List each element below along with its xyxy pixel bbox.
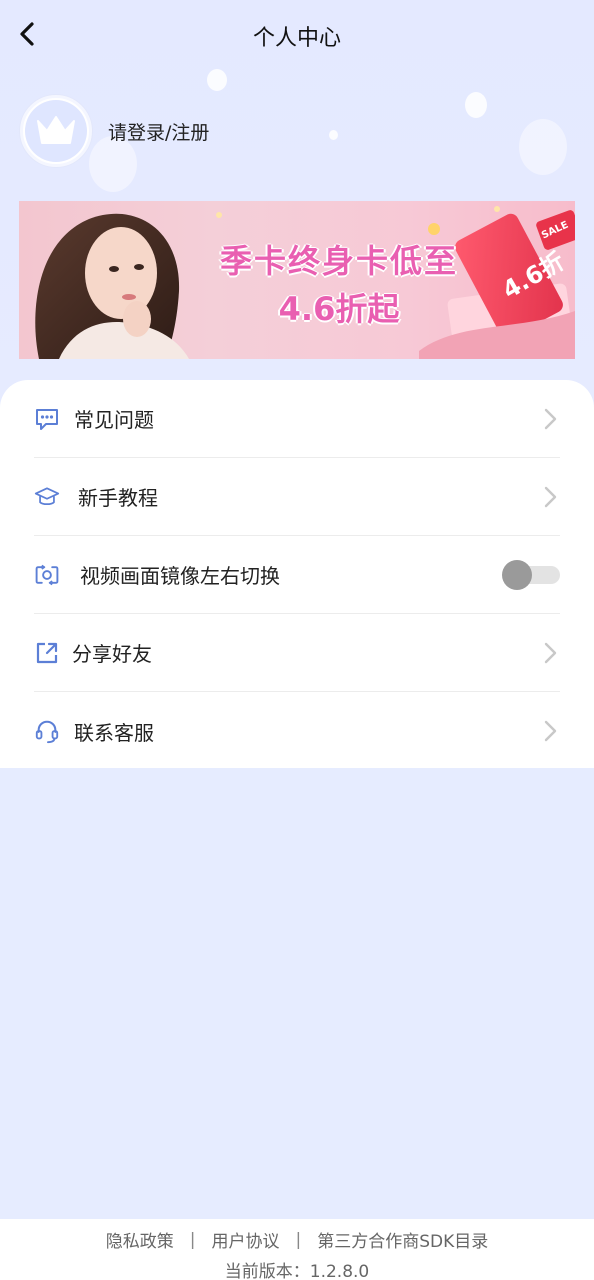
login-register-link[interactable]: 请登录/注册 [108, 118, 209, 145]
menu-item-customer-service[interactable]: 联系客服 [34, 692, 560, 770]
menu-item-label: 常见问题 [74, 408, 154, 432]
footer-separator: | [189, 1229, 196, 1250]
banner-line2: 4.6折起 [278, 290, 400, 328]
crown-icon [37, 116, 75, 144]
settings-menu: 常见问题 新手教程 视频画面镜像左右切换 分享好友 联系客服 [0, 380, 594, 768]
privacy-policy-link[interactable]: 隐私政策 [106, 1227, 174, 1252]
app-version: 当前版本：1.2.8.0 [224, 1262, 370, 1280]
profile-section: 请登录/注册 [20, 94, 209, 168]
decor-bubble [519, 119, 567, 175]
menu-item-share[interactable]: 分享好友 [34, 614, 560, 692]
sdk-list-link[interactable]: 第三方合作商SDK目录 [317, 1227, 488, 1252]
chevron-right-icon [544, 408, 557, 430]
graduation-cap-icon [34, 484, 60, 510]
user-agreement-link[interactable]: 用户协议 [211, 1227, 279, 1252]
avatar-placeholder [25, 100, 87, 162]
decor-bubble [207, 69, 227, 91]
chat-bubble-icon [34, 406, 60, 432]
menu-item-label: 联系客服 [74, 720, 154, 745]
share-icon [34, 640, 60, 666]
menu-item-faq[interactable]: 常见问题 [34, 380, 560, 458]
menu-item-mirror-switch: 视频画面镜像左右切换 [34, 536, 560, 614]
decor-bubble [465, 92, 487, 118]
footer-separator: | [295, 1229, 302, 1250]
chevron-right-icon [544, 486, 557, 508]
footer-links: 隐私政策 | 用户协议 | 第三方合作商SDK目录 [0, 1227, 594, 1253]
mirror-camera-icon [34, 562, 60, 588]
menu-item-tutorial[interactable]: 新手教程 [34, 458, 560, 536]
decor-bubble [329, 130, 338, 140]
footer: 隐私政策 | 用户协议 | 第三方合作商SDK目录 当前版本：1.2.8.0 [0, 1219, 594, 1280]
menu-item-label: 视频画面镜像左右切换 [80, 564, 280, 588]
menu-item-label: 分享好友 [72, 642, 152, 666]
toggle-knob [502, 560, 532, 590]
page-title: 个人中心 [252, 26, 341, 51]
navbar: 个人中心 [0, 0, 594, 70]
headset-icon [34, 718, 60, 744]
mirror-toggle-switch[interactable] [502, 560, 560, 590]
avatar[interactable] [20, 95, 92, 167]
menu-item-label: 新手教程 [78, 486, 158, 510]
banner-headline: 季卡终身卡低至 4.6折起 [169, 237, 509, 333]
chevron-right-icon [544, 642, 557, 664]
chevron-right-icon [544, 720, 557, 742]
promo-banner[interactable]: 季卡终身卡低至 4.6折起 SALE 4.6折 [19, 201, 575, 359]
banner-line1: 季卡终身卡低至 [219, 242, 458, 280]
